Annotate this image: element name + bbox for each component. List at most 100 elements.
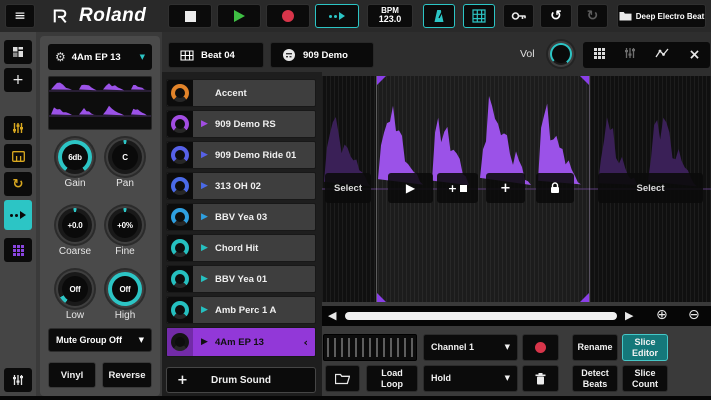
sidebar-item-add[interactable]: + — [4, 68, 32, 92]
metronome-button[interactable] — [423, 4, 455, 28]
tab-beat-04[interactable]: Beat 04 — [168, 42, 264, 68]
sample-row[interactable]: ▶ Accent — [166, 79, 316, 107]
undo-icon: ↺ — [550, 8, 562, 24]
scroll-left-button[interactable]: ◀ — [328, 308, 336, 324]
grid-view-button[interactable] — [463, 4, 495, 28]
sidebar-item-loop[interactable]: ↻ — [4, 172, 32, 196]
close-button[interactable]: × — [689, 47, 701, 63]
envelope-view-button[interactable] — [655, 46, 669, 64]
load-loop-button[interactable]: Load Loop — [366, 365, 418, 392]
sample-row-selected[interactable]: ▶ 4Am EP 13 ‹ — [166, 327, 316, 357]
play-sample-icon[interactable]: ▶ — [201, 243, 215, 253]
add-marker-button[interactable]: + — [486, 173, 525, 203]
record-button[interactable] — [266, 4, 310, 28]
project-button[interactable]: Deep Electro Beat — [617, 4, 706, 28]
sidebar-item-pattern-selected[interactable] — [4, 200, 32, 230]
zoom-out-button[interactable]: ⊖ — [688, 307, 700, 323]
preview-play-button[interactable]: ▶ — [388, 173, 433, 203]
sample-row[interactable]: ▶ 909 Demo RS — [166, 110, 316, 138]
play-sample-icon[interactable]: ▶ — [201, 337, 215, 347]
stop-button[interactable] — [168, 4, 212, 28]
volume-knob[interactable] — [548, 41, 574, 67]
play-sample-icon[interactable]: ▶ — [201, 212, 215, 222]
fine-label: Fine — [106, 246, 144, 257]
top-toolbar: ≡ Roland BPM123.0 ↺ ↻ D — [0, 0, 711, 32]
channel-dropdown[interactable]: Channel 1 ▼ — [423, 334, 518, 361]
waveform-display[interactable]: Select ▶ + + Select — [322, 76, 711, 302]
pan-knob[interactable]: C — [106, 138, 144, 176]
mixer-view-button[interactable] — [624, 46, 636, 64]
sidebar-item-song[interactable] — [4, 40, 32, 64]
level-knob[interactable] — [167, 173, 193, 199]
rename-button[interactable]: Rename — [572, 334, 618, 361]
level-knob[interactable] — [167, 328, 193, 356]
play-sample-icon[interactable]: ▶ — [201, 119, 215, 129]
level-knob[interactable] — [167, 111, 193, 137]
play-sample-icon[interactable]: ▶ — [201, 305, 215, 315]
coarse-knob[interactable]: +0.0 — [56, 206, 94, 244]
pad-select-dropdown[interactable]: ⚙ 4Am EP 13 ▼ — [48, 44, 152, 70]
play-sample-icon[interactable]: ▶ — [201, 274, 215, 284]
lock-button[interactable] — [536, 173, 574, 203]
select-right-button[interactable]: Select — [598, 173, 703, 203]
play-button[interactable] — [217, 4, 261, 28]
redo-icon: ↻ — [587, 8, 599, 24]
scroll-right-button[interactable]: ▶ — [625, 308, 633, 324]
pads-view-button[interactable] — [593, 46, 605, 64]
bpm-value: 123.0 — [379, 15, 402, 24]
level-knob[interactable] — [167, 297, 193, 323]
sample-preview[interactable] — [48, 76, 152, 130]
volume-label: Vol — [520, 48, 535, 60]
play-mode-dropdown[interactable]: Hold ▼ — [423, 365, 518, 392]
gain-knob[interactable]: 6db — [56, 138, 94, 176]
pattern-mode-button[interactable] — [315, 4, 359, 28]
level-knob[interactable] — [167, 204, 193, 230]
menu-icon: ≡ — [14, 8, 26, 24]
add-slice-to-pad-button[interactable]: + — [437, 173, 478, 203]
detect-beats-button[interactable]: Detect Beats — [572, 365, 618, 392]
slice-count-button[interactable]: Slice Count — [622, 365, 668, 392]
redo-button[interactable]: ↻ — [577, 4, 608, 28]
key-lock-button[interactable] — [503, 4, 534, 28]
tab-label: 909 Demo — [303, 50, 348, 61]
sample-row[interactable]: ▶ 909 Demo Ride 01 — [166, 141, 316, 169]
key-icon — [511, 10, 527, 22]
fine-knob[interactable]: +0% — [106, 206, 144, 244]
level-knob[interactable] — [167, 142, 193, 168]
app-window: ≡ Roland BPM123.0 ↺ ↻ D — [0, 0, 711, 400]
sample-row[interactable]: ▶ Amb Perc 1 A — [166, 296, 316, 324]
level-knob[interactable] — [167, 80, 193, 106]
chevron-down-icon: ▼ — [505, 344, 510, 351]
sidebar-item-controls[interactable] — [4, 116, 32, 140]
scrollbar-thumb[interactable] — [345, 312, 617, 320]
sample-row[interactable]: ▶ Chord Hit — [166, 234, 316, 262]
sidebar-item-mixer[interactable] — [4, 368, 32, 392]
sample-row[interactable]: ▶ BBV Yea 03 — [166, 203, 316, 231]
sample-record-button[interactable] — [522, 334, 559, 361]
menu-button[interactable]: ≡ — [5, 4, 35, 28]
mute-group-dropdown[interactable]: Mute Group Off ▼ — [48, 328, 152, 352]
low-cut-knob[interactable]: Off — [56, 270, 94, 308]
vinyl-button[interactable]: Vinyl — [48, 362, 96, 388]
sidebar-item-instrument[interactable] — [4, 144, 32, 168]
bpm-button[interactable]: BPM123.0 — [367, 4, 413, 28]
tab-909-demo[interactable]: 909 Demo — [270, 42, 374, 68]
reverse-button[interactable]: Reverse — [102, 362, 152, 388]
zoom-in-button[interactable]: ⊕ — [656, 307, 668, 323]
low-label: Low — [56, 310, 94, 321]
level-knob[interactable] — [167, 235, 193, 261]
undo-button[interactable]: ↺ — [540, 4, 572, 28]
play-sample-icon[interactable]: ▶ — [201, 181, 215, 191]
slice-editor-button[interactable]: Slice Editor — [622, 334, 668, 361]
add-drum-sound-button[interactable]: + Drum Sound — [166, 367, 316, 393]
high-cut-knob[interactable]: Off — [106, 270, 144, 308]
level-knob[interactable] — [167, 266, 193, 292]
sample-row[interactable]: ▶ BBV Yea 01 — [166, 265, 316, 293]
play-sample-icon[interactable]: ▶ — [201, 150, 215, 160]
sidebar-item-pads[interactable] — [4, 238, 32, 262]
plus-icon: + — [500, 181, 511, 196]
delete-button[interactable] — [522, 365, 559, 392]
sample-row[interactable]: ▶ 313 OH 02 — [166, 172, 316, 200]
load-sample-button[interactable] — [325, 365, 360, 392]
select-left-button[interactable]: Select — [325, 173, 371, 203]
